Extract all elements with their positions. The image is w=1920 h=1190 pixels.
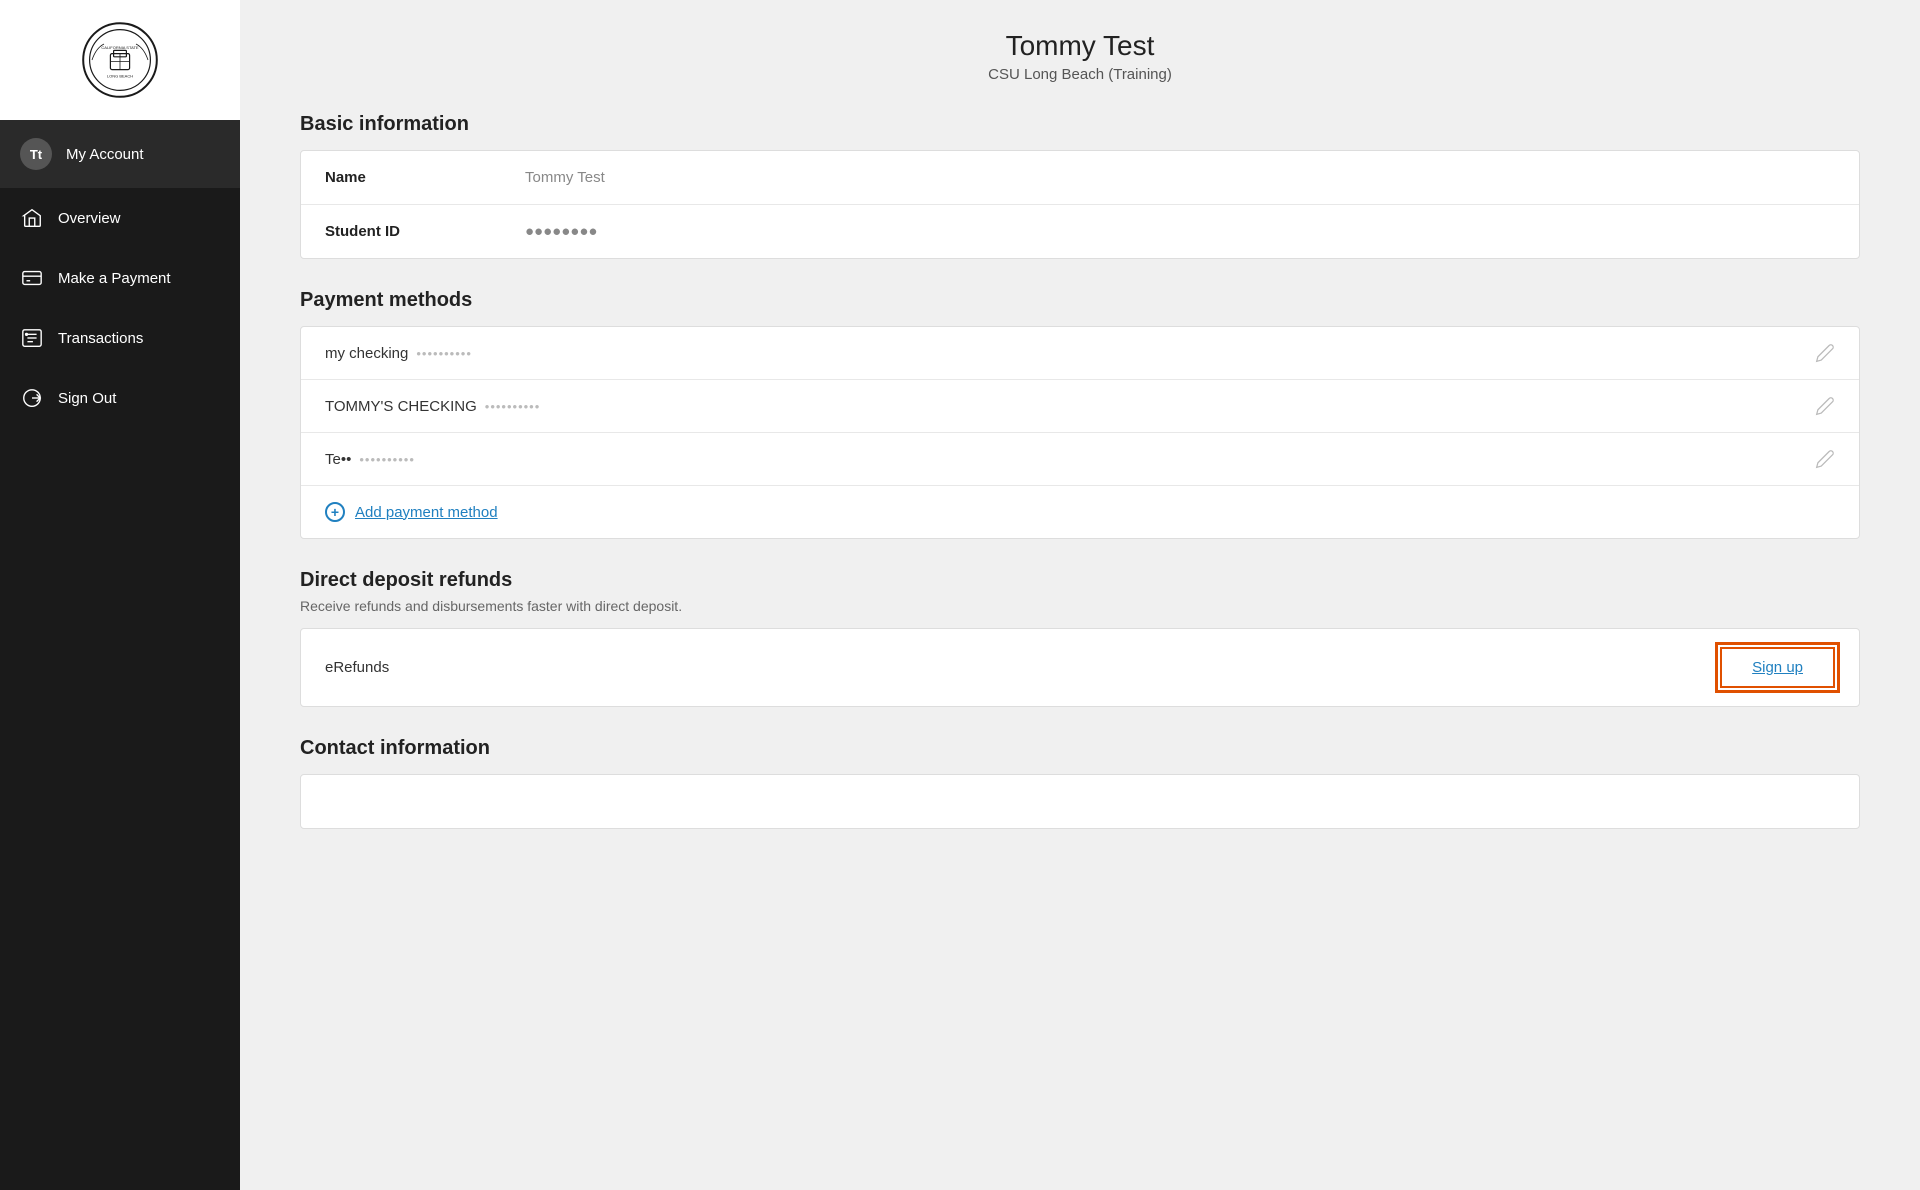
sidebar-item-overview-label: Overview bbox=[58, 210, 121, 227]
plus-icon: + bbox=[325, 502, 345, 522]
add-payment-method-row[interactable]: + Add payment method bbox=[301, 486, 1859, 538]
payment-method-name-0: my checking bbox=[325, 345, 408, 362]
svg-text:LONG BEACH: LONG BEACH bbox=[107, 74, 133, 79]
direct-deposit-subtitle: Receive refunds and disbursements faster… bbox=[300, 598, 1860, 614]
sidebar-item-make-payment-label: Make a Payment bbox=[58, 270, 171, 287]
sidebar-item-sign-out-label: Sign Out bbox=[58, 390, 116, 407]
payment-method-name-2: Te•• bbox=[325, 451, 351, 468]
direct-deposit-card: eRefunds Sign up bbox=[300, 628, 1860, 707]
edit-icon-0[interactable] bbox=[1815, 343, 1835, 363]
sidebar-nav: Tt My Account Overview Make a Payment Tr… bbox=[0, 120, 240, 428]
direct-deposit-title: Direct deposit refunds bbox=[300, 569, 1860, 592]
institution-name: CSU Long Beach (Training) bbox=[300, 66, 1860, 83]
payment-masked-0: •••••••••• bbox=[416, 346, 472, 361]
contact-info-section: Contact information bbox=[300, 737, 1860, 829]
sidebar-logo: CALIFORNIA STATE LONG BEACH bbox=[0, 0, 240, 120]
edit-icon-2[interactable] bbox=[1815, 449, 1835, 469]
payment-method-label-2: Te•• •••••••••• bbox=[325, 451, 1815, 468]
sidebar-item-overview[interactable]: Overview bbox=[0, 188, 240, 248]
avatar-icon: Tt bbox=[20, 138, 52, 170]
sidebar-item-my-account-label: My Account bbox=[66, 146, 144, 163]
erefunds-row: eRefunds Sign up bbox=[301, 629, 1859, 706]
contact-info-placeholder bbox=[325, 793, 329, 810]
add-payment-method-link[interactable]: Add payment method bbox=[355, 504, 498, 521]
svg-text:CALIFORNIA STATE: CALIFORNIA STATE bbox=[101, 45, 139, 50]
edit-icon-1[interactable] bbox=[1815, 396, 1835, 416]
payment-method-row-2: Te•• •••••••••• bbox=[301, 433, 1859, 486]
basic-info-card: Name Tommy Test Student ID ●●●●●●●● bbox=[300, 150, 1860, 259]
basic-info-title: Basic information bbox=[300, 113, 1860, 136]
sidebar: CALIFORNIA STATE LONG BEACH Tt My Accoun… bbox=[0, 0, 240, 1190]
direct-deposit-section: Direct deposit refunds Receive refunds a… bbox=[300, 569, 1860, 707]
home-icon bbox=[20, 206, 44, 230]
contact-info-card bbox=[300, 774, 1860, 829]
payment-method-row-1: TOMMY'S CHECKING •••••••••• bbox=[301, 380, 1859, 433]
page-header: Tommy Test CSU Long Beach (Training) bbox=[300, 30, 1860, 83]
payment-methods-title: Payment methods bbox=[300, 289, 1860, 312]
signout-icon bbox=[20, 386, 44, 410]
name-value: Tommy Test bbox=[525, 169, 605, 186]
signup-button[interactable]: Sign up bbox=[1720, 647, 1835, 688]
basic-info-section: Basic information Name Tommy Test Studen… bbox=[300, 113, 1860, 259]
student-id-value: ●●●●●●●● bbox=[525, 223, 597, 240]
sidebar-item-transactions-label: Transactions bbox=[58, 330, 143, 347]
transactions-icon bbox=[20, 326, 44, 350]
name-row: Name Tommy Test bbox=[301, 151, 1859, 205]
sidebar-item-my-account[interactable]: Tt My Account bbox=[0, 120, 240, 188]
sidebar-item-make-payment[interactable]: Make a Payment bbox=[0, 248, 240, 308]
student-id-row: Student ID ●●●●●●●● bbox=[301, 205, 1859, 258]
student-id-label: Student ID bbox=[325, 223, 525, 240]
payment-method-label-0: my checking •••••••••• bbox=[325, 345, 1815, 362]
erefunds-label: eRefunds bbox=[325, 659, 1720, 676]
contact-info-empty-row bbox=[301, 775, 1859, 828]
sidebar-item-sign-out[interactable]: Sign Out bbox=[0, 368, 240, 428]
main-content: Tommy Test CSU Long Beach (Training) Bas… bbox=[240, 0, 1920, 1190]
payment-method-label-1: TOMMY'S CHECKING •••••••••• bbox=[325, 398, 1815, 415]
payment-masked-1: •••••••••• bbox=[485, 399, 541, 414]
payment-methods-card: my checking •••••••••• TOMMY'S CHECKING … bbox=[300, 326, 1860, 539]
payment-icon bbox=[20, 266, 44, 290]
payment-methods-section: Payment methods my checking •••••••••• T… bbox=[300, 289, 1860, 539]
sidebar-item-transactions[interactable]: Transactions bbox=[0, 308, 240, 368]
contact-info-title: Contact information bbox=[300, 737, 1860, 760]
payment-method-row-0: my checking •••••••••• bbox=[301, 327, 1859, 380]
payment-method-name-1: TOMMY'S CHECKING bbox=[325, 398, 477, 415]
name-label: Name bbox=[325, 169, 525, 186]
payment-masked-2: •••••••••• bbox=[359, 452, 415, 467]
user-name: Tommy Test bbox=[300, 30, 1860, 62]
